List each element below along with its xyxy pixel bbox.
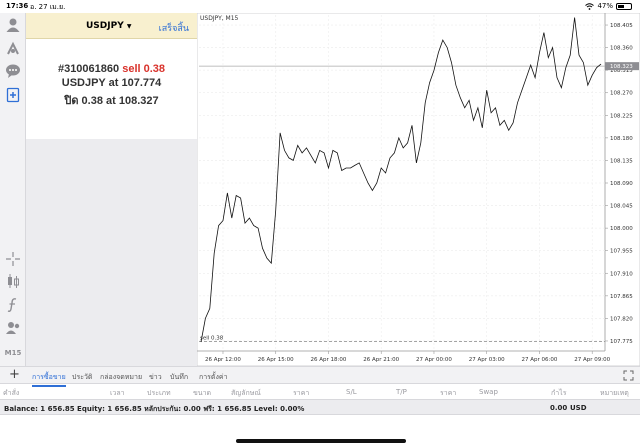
done-button[interactable]: เสร็จสิ้น	[159, 21, 189, 35]
total-profit: 0.00	[550, 404, 568, 412]
home-indicator	[236, 439, 406, 443]
x-tick-label: 26 Apr 12:00	[205, 357, 241, 363]
x-tick-label: 27 Apr 03:00	[469, 357, 505, 363]
status-right: 47%	[585, 2, 632, 10]
y-tick-label: 108.360	[610, 46, 633, 52]
close-price: 108.327	[118, 95, 159, 107]
y-tick-label: 108.090	[610, 181, 633, 187]
status-time: 17:36	[6, 2, 29, 10]
add-icon[interactable]: +	[9, 368, 20, 382]
chat-icon[interactable]	[5, 63, 21, 79]
symbol-selector[interactable]: USDJPY ▼	[86, 21, 132, 31]
battery-fill	[618, 4, 624, 8]
x-tick-label: 27 Apr 09:00	[574, 357, 610, 363]
tab-mailbox[interactable]: กล่องจดหมาย	[100, 372, 142, 383]
x-tick-label: 26 Apr 18:00	[311, 357, 347, 363]
col-order: คำสั่ง	[3, 389, 20, 397]
timeframe-button[interactable]: M15	[3, 349, 23, 357]
order-summary: #310061860 sell 0.38 USDJPY at 107.774 ป…	[26, 39, 197, 139]
balance-summary: Balance: 1 656.85 Equity: 1 656.85 หลักป…	[4, 405, 305, 413]
y-tick-label: 107.865	[610, 294, 633, 300]
objects-icon[interactable]	[5, 320, 21, 336]
col-sl: S/L	[346, 388, 357, 396]
tab-news[interactable]: ข่าว	[149, 372, 162, 383]
y-tick-label: 108.000	[610, 226, 633, 232]
col-time: เวลา	[110, 389, 125, 397]
y-tick-label: 108.180	[610, 136, 633, 142]
trade-signal-icon[interactable]	[5, 41, 21, 57]
y-tick-label: 107.775	[610, 339, 633, 345]
new-order-icon[interactable]	[5, 87, 21, 103]
y-tick-label: 108.405	[610, 23, 633, 29]
open-price-line: USDJPY at 107.774	[26, 77, 197, 89]
tab-settings[interactable]: การตั้งค่า	[199, 372, 228, 383]
price-chart[interactable]: 108.405108.360108.315108.270108.225108.1…	[197, 13, 640, 366]
col-profit: กำไร	[551, 389, 567, 397]
chart-title: USDJPY, M15	[200, 15, 239, 22]
y-tick-label: 108.225	[610, 113, 633, 119]
open-price: 107.774	[121, 77, 162, 89]
chart-type-icon[interactable]	[5, 273, 21, 289]
balance-row: Balance: 1 656.85 Equity: 1 656.85 หลักป…	[0, 399, 640, 415]
x-tick-label: 26 Apr 15:00	[258, 357, 294, 363]
close-price-line: ปิด 0.38 at 108.327	[26, 91, 197, 109]
order-panel-header: USDJPY ▼ เสร็จสิ้น	[26, 13, 197, 39]
col-volume: ขนาด	[193, 389, 212, 397]
col-comment: หมายเหตุ	[600, 389, 629, 397]
y-tick-label: 108.270	[610, 91, 633, 97]
col-price-current: ราคา	[440, 389, 457, 397]
y-tick-label: 108.135	[610, 158, 633, 164]
col-tp: T/P	[396, 388, 407, 396]
col-price: ราคา	[293, 389, 310, 397]
caret-down-icon: ▼	[126, 23, 132, 30]
account-currency: USD	[570, 404, 587, 412]
crosshair-icon[interactable]	[5, 251, 21, 267]
order-panel: USDJPY ▼ เสร็จสิ้น #310061860 sell 0.38 …	[26, 13, 197, 366]
order-id: #310061860	[57, 63, 120, 75]
wifi-icon	[585, 2, 595, 10]
x-tick-label: 27 Apr 00:00	[416, 357, 452, 363]
col-type: ประเภท	[147, 389, 171, 397]
status-date: อ. 27 เม.ย.	[30, 3, 66, 11]
indicators-icon[interactable]	[5, 297, 21, 313]
sell-level-label: sell 0.38	[200, 335, 224, 341]
bottom-tab-bar: + การซื้อขาย ประวัติ กล่องจดหมาย ข่าว บั…	[0, 366, 640, 387]
trade-columns: คำสั่ง เวลา ประเภท ขนาด สัญลักษณ์ ราคา S…	[0, 384, 640, 399]
tab-journal[interactable]: บันทึก	[170, 372, 188, 383]
open-price-label: USDJPY at	[61, 77, 119, 89]
close-price-label: ปิด 0.38 at	[64, 95, 116, 107]
order-type: sell 0.38	[122, 63, 166, 75]
y-tick-label: 107.820	[610, 316, 633, 322]
battery-percent: 47%	[597, 2, 613, 10]
expand-icon[interactable]	[623, 370, 634, 381]
account-icon[interactable]	[5, 17, 21, 33]
battery-icon	[616, 2, 632, 10]
y-tick-label: 107.910	[610, 271, 633, 277]
status-bar: 17:36 อ. 27 เม.ย. 47%	[0, 0, 640, 13]
y-tick-label: 108.045	[610, 204, 633, 210]
order-id-line: #310061860 sell 0.38	[26, 63, 197, 75]
x-tick-label: 27 Apr 06:00	[522, 357, 558, 363]
col-swap: Swap	[479, 388, 498, 396]
x-tick-label: 26 Apr 21:00	[363, 357, 399, 363]
left-toolbar: M15	[0, 13, 26, 366]
tab-history[interactable]: ประวัติ	[72, 372, 92, 383]
current-price-label: 108.323	[610, 64, 633, 70]
y-tick-label: 107.955	[610, 249, 633, 255]
symbol-label: USDJPY	[86, 21, 124, 31]
col-symbol: สัญลักษณ์	[231, 389, 261, 397]
